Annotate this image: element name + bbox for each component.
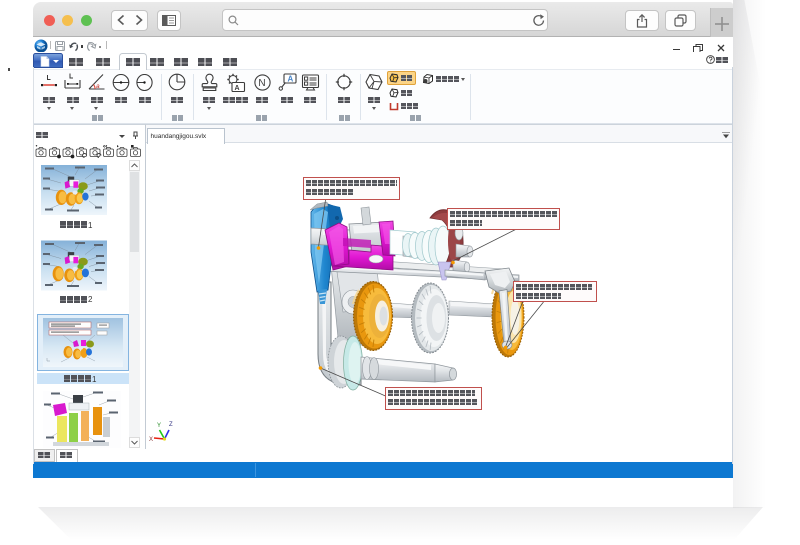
svg-text:A: A xyxy=(288,75,294,84)
svg-text:Y: Y xyxy=(157,423,161,429)
svg-text:X: X xyxy=(149,437,153,443)
svg-text:A: A xyxy=(235,85,240,92)
svg-text:N: N xyxy=(258,78,265,89)
svg-text:a: a xyxy=(96,83,100,90)
svg-text:Z: Z xyxy=(169,422,173,428)
